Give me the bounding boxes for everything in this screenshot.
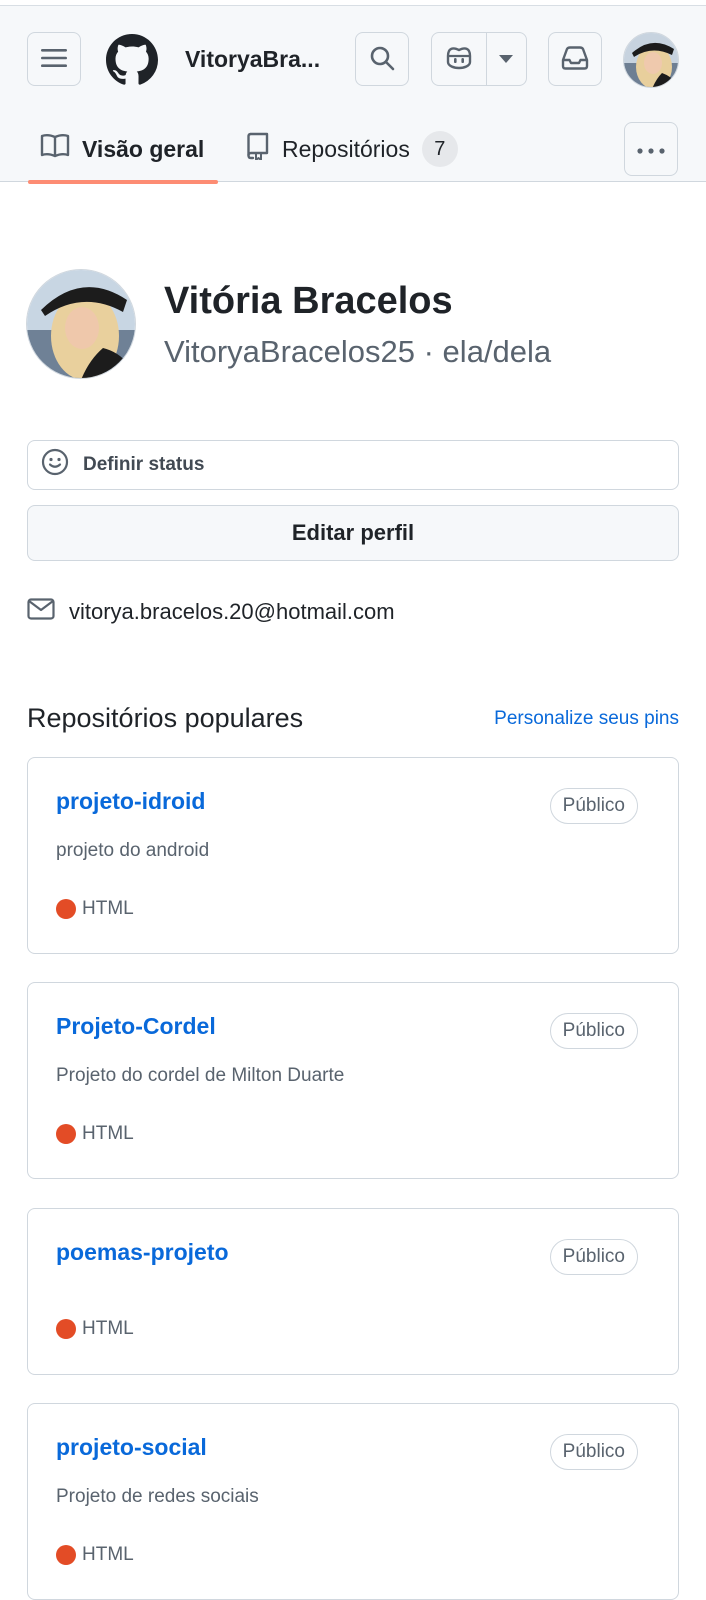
profile-login-pronouns: VitoryaBracelos25 · ela/dela bbox=[164, 334, 552, 369]
search-icon bbox=[369, 45, 395, 74]
tab-repositories[interactable]: Repositórios 7 bbox=[246, 116, 458, 182]
repo-language-label: HTML bbox=[82, 1544, 134, 1565]
profile-avatar[interactable] bbox=[26, 269, 136, 379]
tab-overview[interactable]: Visão geral bbox=[28, 116, 218, 182]
smiley-icon bbox=[41, 448, 69, 482]
repo-description: Projeto do cordel de Milton Duarte bbox=[56, 1065, 345, 1086]
inbox-icon bbox=[561, 45, 589, 73]
active-tab-indicator bbox=[28, 180, 218, 184]
copilot-dropdown[interactable] bbox=[487, 33, 526, 85]
triangle-down-icon bbox=[499, 50, 514, 68]
language-color-dot bbox=[56, 1545, 76, 1565]
customize-pins-link[interactable]: Personalize seus pins bbox=[494, 708, 679, 730]
mail-icon bbox=[27, 598, 55, 626]
visibility-badge: Público bbox=[549, 1013, 638, 1049]
repo-description: projeto do android bbox=[56, 840, 210, 861]
visibility-badge: Público bbox=[549, 1239, 638, 1275]
repo-description: Projeto de redes sociais bbox=[56, 1486, 259, 1507]
profile-email-text: vitorya.bracelos.20@hotmail.com bbox=[69, 599, 395, 624]
repo-card: projeto-idroid Público projeto do androi… bbox=[27, 757, 679, 954]
search-button[interactable] bbox=[355, 32, 409, 86]
menu-button[interactable] bbox=[27, 32, 81, 86]
repo-language: HTML bbox=[56, 1544, 134, 1566]
visibility-badge: Público bbox=[549, 788, 638, 824]
repo-language-label: HTML bbox=[82, 898, 134, 919]
profile-full-name: Vitória Bracelos bbox=[164, 280, 453, 322]
set-status-button[interactable]: Definir status bbox=[27, 440, 679, 490]
repo-language-label: HTML bbox=[82, 1123, 134, 1144]
header-username[interactable]: VitoryaBra... bbox=[185, 46, 320, 73]
language-color-dot bbox=[56, 1124, 76, 1144]
more-options-button[interactable] bbox=[624, 122, 678, 176]
repo-card: Projeto-Cordel Público Projeto do cordel… bbox=[27, 982, 679, 1179]
app-header: VitoryaBra... Visão geral Repositórios 7 bbox=[0, 6, 706, 184]
popular-repos-heading: Repositórios populares bbox=[27, 703, 304, 733]
repositories-count-badge: 7 bbox=[421, 131, 458, 167]
inbox-button[interactable] bbox=[548, 32, 602, 86]
hamburger-icon bbox=[41, 47, 67, 72]
copilot-button-group bbox=[431, 32, 527, 86]
visibility-badge: Público bbox=[549, 1434, 638, 1470]
language-color-dot bbox=[56, 899, 76, 919]
repo-name-link[interactable]: Projeto-Cordel bbox=[56, 1013, 216, 1040]
tab-overview-label: Visão geral bbox=[82, 135, 205, 162]
repo-icon bbox=[246, 132, 270, 166]
repo-language: HTML bbox=[56, 1318, 134, 1340]
github-logo-icon[interactable] bbox=[106, 34, 158, 86]
copilot-icon bbox=[444, 44, 474, 75]
edit-profile-button[interactable]: Editar perfil bbox=[27, 505, 679, 561]
book-icon bbox=[40, 133, 70, 165]
repo-name-link[interactable]: projeto-idroid bbox=[56, 788, 205, 815]
set-status-label: Definir status bbox=[83, 454, 205, 475]
repo-card: projeto-social Público Projeto de redes … bbox=[27, 1403, 679, 1600]
repo-language: HTML bbox=[56, 898, 134, 920]
profile-email[interactable]: vitorya.bracelos.20@hotmail.com bbox=[27, 598, 395, 626]
repo-language-label: HTML bbox=[82, 1318, 134, 1339]
repo-name-link[interactable]: poemas-projeto bbox=[56, 1239, 229, 1266]
repo-card: poemas-projeto Público HTML bbox=[27, 1208, 679, 1375]
language-color-dot bbox=[56, 1319, 76, 1339]
avatar[interactable] bbox=[623, 32, 679, 88]
tab-repositories-label: Repositórios bbox=[282, 135, 410, 162]
repo-name-link[interactable]: projeto-social bbox=[56, 1434, 207, 1461]
copilot-button[interactable] bbox=[432, 33, 487, 85]
repo-language: HTML bbox=[56, 1123, 134, 1145]
kebab-horizontal-icon bbox=[637, 142, 665, 157]
